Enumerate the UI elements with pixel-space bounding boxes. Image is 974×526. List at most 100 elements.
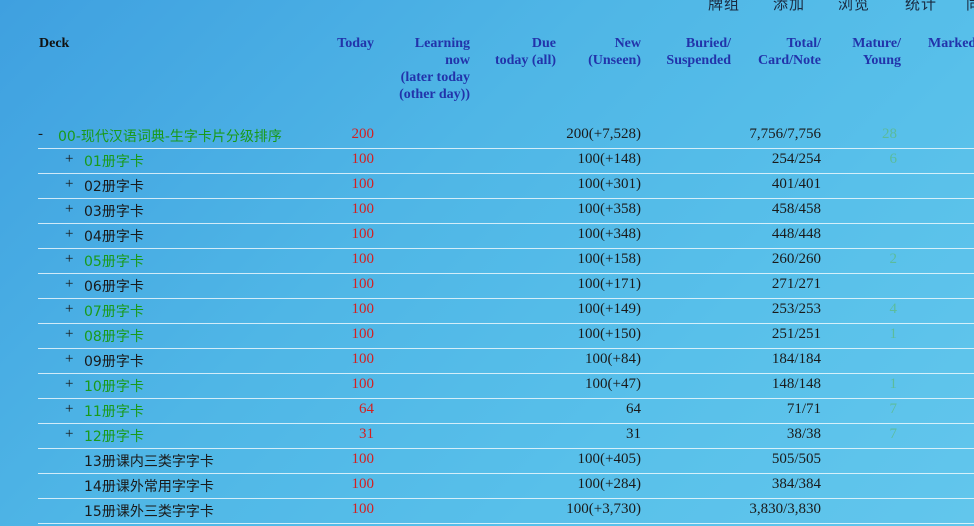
expand-toggle[interactable]: +	[65, 201, 73, 218]
due-count: 31	[626, 426, 641, 442]
deck-row[interactable]: +05册字卡 100 100(+158) 260/260 2	[38, 248, 974, 274]
today-count: 64	[359, 401, 374, 417]
expand-toggle[interactable]: +	[65, 426, 73, 443]
col-header-deck: Deck	[39, 36, 70, 51]
deck-name-link[interactable]: 11册字卡	[84, 401, 144, 421]
expand-toggle[interactable]: +	[65, 326, 73, 343]
today-count: 100	[351, 376, 375, 392]
deck-name-link[interactable]: 13册课内三类字字卡	[84, 451, 214, 471]
deck-row[interactable]: +12册字卡 31 31 38/38 7	[38, 423, 974, 449]
deck-row[interactable]: +03册字卡 100 100(+358) 458/458	[38, 198, 974, 224]
col-header-due: Due today (all)	[494, 36, 556, 68]
young-count: 7	[889, 426, 898, 442]
col-header-new: New (Unseen)	[588, 36, 641, 68]
today-count: 200	[351, 126, 375, 142]
deck-row[interactable]: +10册字卡 100 100(+47) 148/148 1	[38, 373, 974, 399]
expand-toggle[interactable]: +	[65, 251, 73, 268]
young-count: 1	[889, 326, 898, 342]
due-count: 100(+3,730)	[566, 501, 641, 517]
due-count: 100(+284)	[577, 476, 641, 492]
deck-row[interactable]: +11册字卡 64 64 71/71 7	[38, 398, 974, 424]
col-header-mature: Mature/ Young	[852, 36, 901, 68]
due-count: 100(+171)	[577, 276, 641, 292]
deck-name-link[interactable]: 08册字卡	[84, 326, 144, 346]
deck-row[interactable]: +01册字卡 100 100(+148) 254/254 6	[38, 148, 974, 174]
total-count: 448/448	[771, 226, 821, 242]
deck-name-link[interactable]: 06册字卡	[84, 276, 144, 296]
due-count: 64	[626, 401, 641, 417]
deck-row[interactable]: 13册课内三类字字卡 100 100(+405) 505/505	[38, 448, 974, 474]
deck-row[interactable]: +04册字卡 100 100(+348) 448/448	[38, 223, 974, 249]
expand-toggle[interactable]: +	[65, 301, 73, 318]
deck-name-link[interactable]: 12册字卡	[84, 426, 144, 446]
total-count: 148/148	[771, 376, 821, 392]
total-count: 3,830/3,830	[749, 501, 821, 517]
deck-row[interactable]: 15册课外三类字字卡 100 100(+3,730) 3,830/3,830	[38, 498, 974, 524]
menu-sync[interactable]: 同步	[966, 0, 974, 12]
total-count: 251/251	[771, 326, 821, 342]
expand-toggle[interactable]: +	[65, 226, 73, 243]
deck-row[interactable]: +07册字卡 100 100(+149) 253/253 4	[38, 298, 974, 324]
expand-toggle[interactable]: +	[65, 376, 73, 393]
deck-row[interactable]: -00-现代汉语词典-生字卡片分级排序 200 200(+7,528) 7,756/7…	[38, 123, 974, 149]
due-count: 100(+148)	[577, 151, 641, 167]
total-count: 71/71	[786, 401, 821, 417]
expand-toggle[interactable]: +	[65, 151, 73, 168]
total-count: 458/458	[771, 201, 821, 217]
deck-name-link[interactable]: 04册字卡	[84, 226, 144, 246]
due-count: 100(+301)	[577, 176, 641, 192]
due-count: 100(+348)	[577, 226, 641, 242]
expand-toggle[interactable]: +	[65, 401, 73, 418]
deck-name-link[interactable]: 15册课外三类字字卡	[84, 501, 214, 521]
deck-name-link[interactable]: 07册字卡	[84, 301, 144, 321]
deck-name-link[interactable]: 05册字卡	[84, 251, 144, 271]
col-header-marked: Marked	[928, 36, 974, 51]
deck-name-link[interactable]: 01册字卡	[84, 151, 144, 171]
expand-toggle[interactable]: +	[65, 276, 73, 293]
deck-name-link[interactable]: 10册字卡	[84, 376, 144, 396]
deck-row[interactable]: +06册字卡 100 100(+171) 271/271	[38, 273, 974, 299]
due-count: 100(+358)	[577, 201, 641, 217]
total-count: 7,756/7,756	[749, 126, 821, 142]
today-count: 100	[351, 476, 375, 492]
due-count: 200(+7,528)	[566, 126, 641, 142]
total-count: 38/38	[786, 426, 821, 442]
today-count: 100	[351, 501, 375, 517]
menu-decks[interactable]: 牌组	[708, 0, 740, 12]
due-count: 100(+47)	[585, 376, 641, 392]
menu-add[interactable]: 添加	[773, 0, 805, 12]
menu-stats[interactable]: 统计	[905, 0, 937, 12]
collapse-toggle[interactable]: -	[38, 126, 43, 143]
today-count: 100	[351, 201, 375, 217]
today-count: 100	[351, 226, 375, 242]
deck-row[interactable]: 14册课外常用字字卡 100 100(+284) 384/384	[38, 473, 974, 499]
deck-name-link[interactable]: 14册课外常用字字卡	[84, 476, 214, 496]
expand-toggle[interactable]: +	[65, 176, 73, 193]
deck-name-link[interactable]: 03册字卡	[84, 201, 144, 221]
deck-name-link[interactable]: 00-现代汉语词典-生字卡片分级排序	[58, 126, 282, 146]
deck-name-link[interactable]: 09册字卡	[84, 351, 144, 371]
menu-browse[interactable]: 浏览	[838, 0, 870, 12]
due-count: 100(+150)	[577, 326, 641, 342]
deck-row[interactable]: +02册字卡 100 100(+301) 401/401	[38, 173, 974, 199]
deck-row[interactable]: +08册字卡 100 100(+150) 251/251 1	[38, 323, 974, 349]
today-count: 100	[351, 276, 375, 292]
due-count: 100(+84)	[585, 351, 641, 367]
today-count: 100	[351, 451, 375, 467]
young-count: 28	[882, 126, 897, 142]
deck-name-link[interactable]: 02册字卡	[84, 176, 144, 196]
today-count: 100	[351, 151, 375, 167]
total-count: 401/401	[771, 176, 821, 192]
total-count: 260/260	[771, 251, 821, 267]
col-header-learning: Learning now (later today (other day))	[399, 36, 470, 102]
young-count: 4	[889, 301, 898, 317]
total-count: 184/184	[771, 351, 821, 367]
col-header-buried: Buried/ Suspended	[666, 36, 731, 68]
expand-toggle[interactable]: +	[65, 351, 73, 368]
today-count: 100	[351, 301, 375, 317]
deck-row[interactable]: +09册字卡 100 100(+84) 184/184	[38, 348, 974, 374]
due-count: 100(+149)	[577, 301, 641, 317]
col-header-today: Today	[337, 36, 374, 51]
due-count: 100(+405)	[577, 451, 641, 467]
today-count: 100	[351, 251, 375, 267]
